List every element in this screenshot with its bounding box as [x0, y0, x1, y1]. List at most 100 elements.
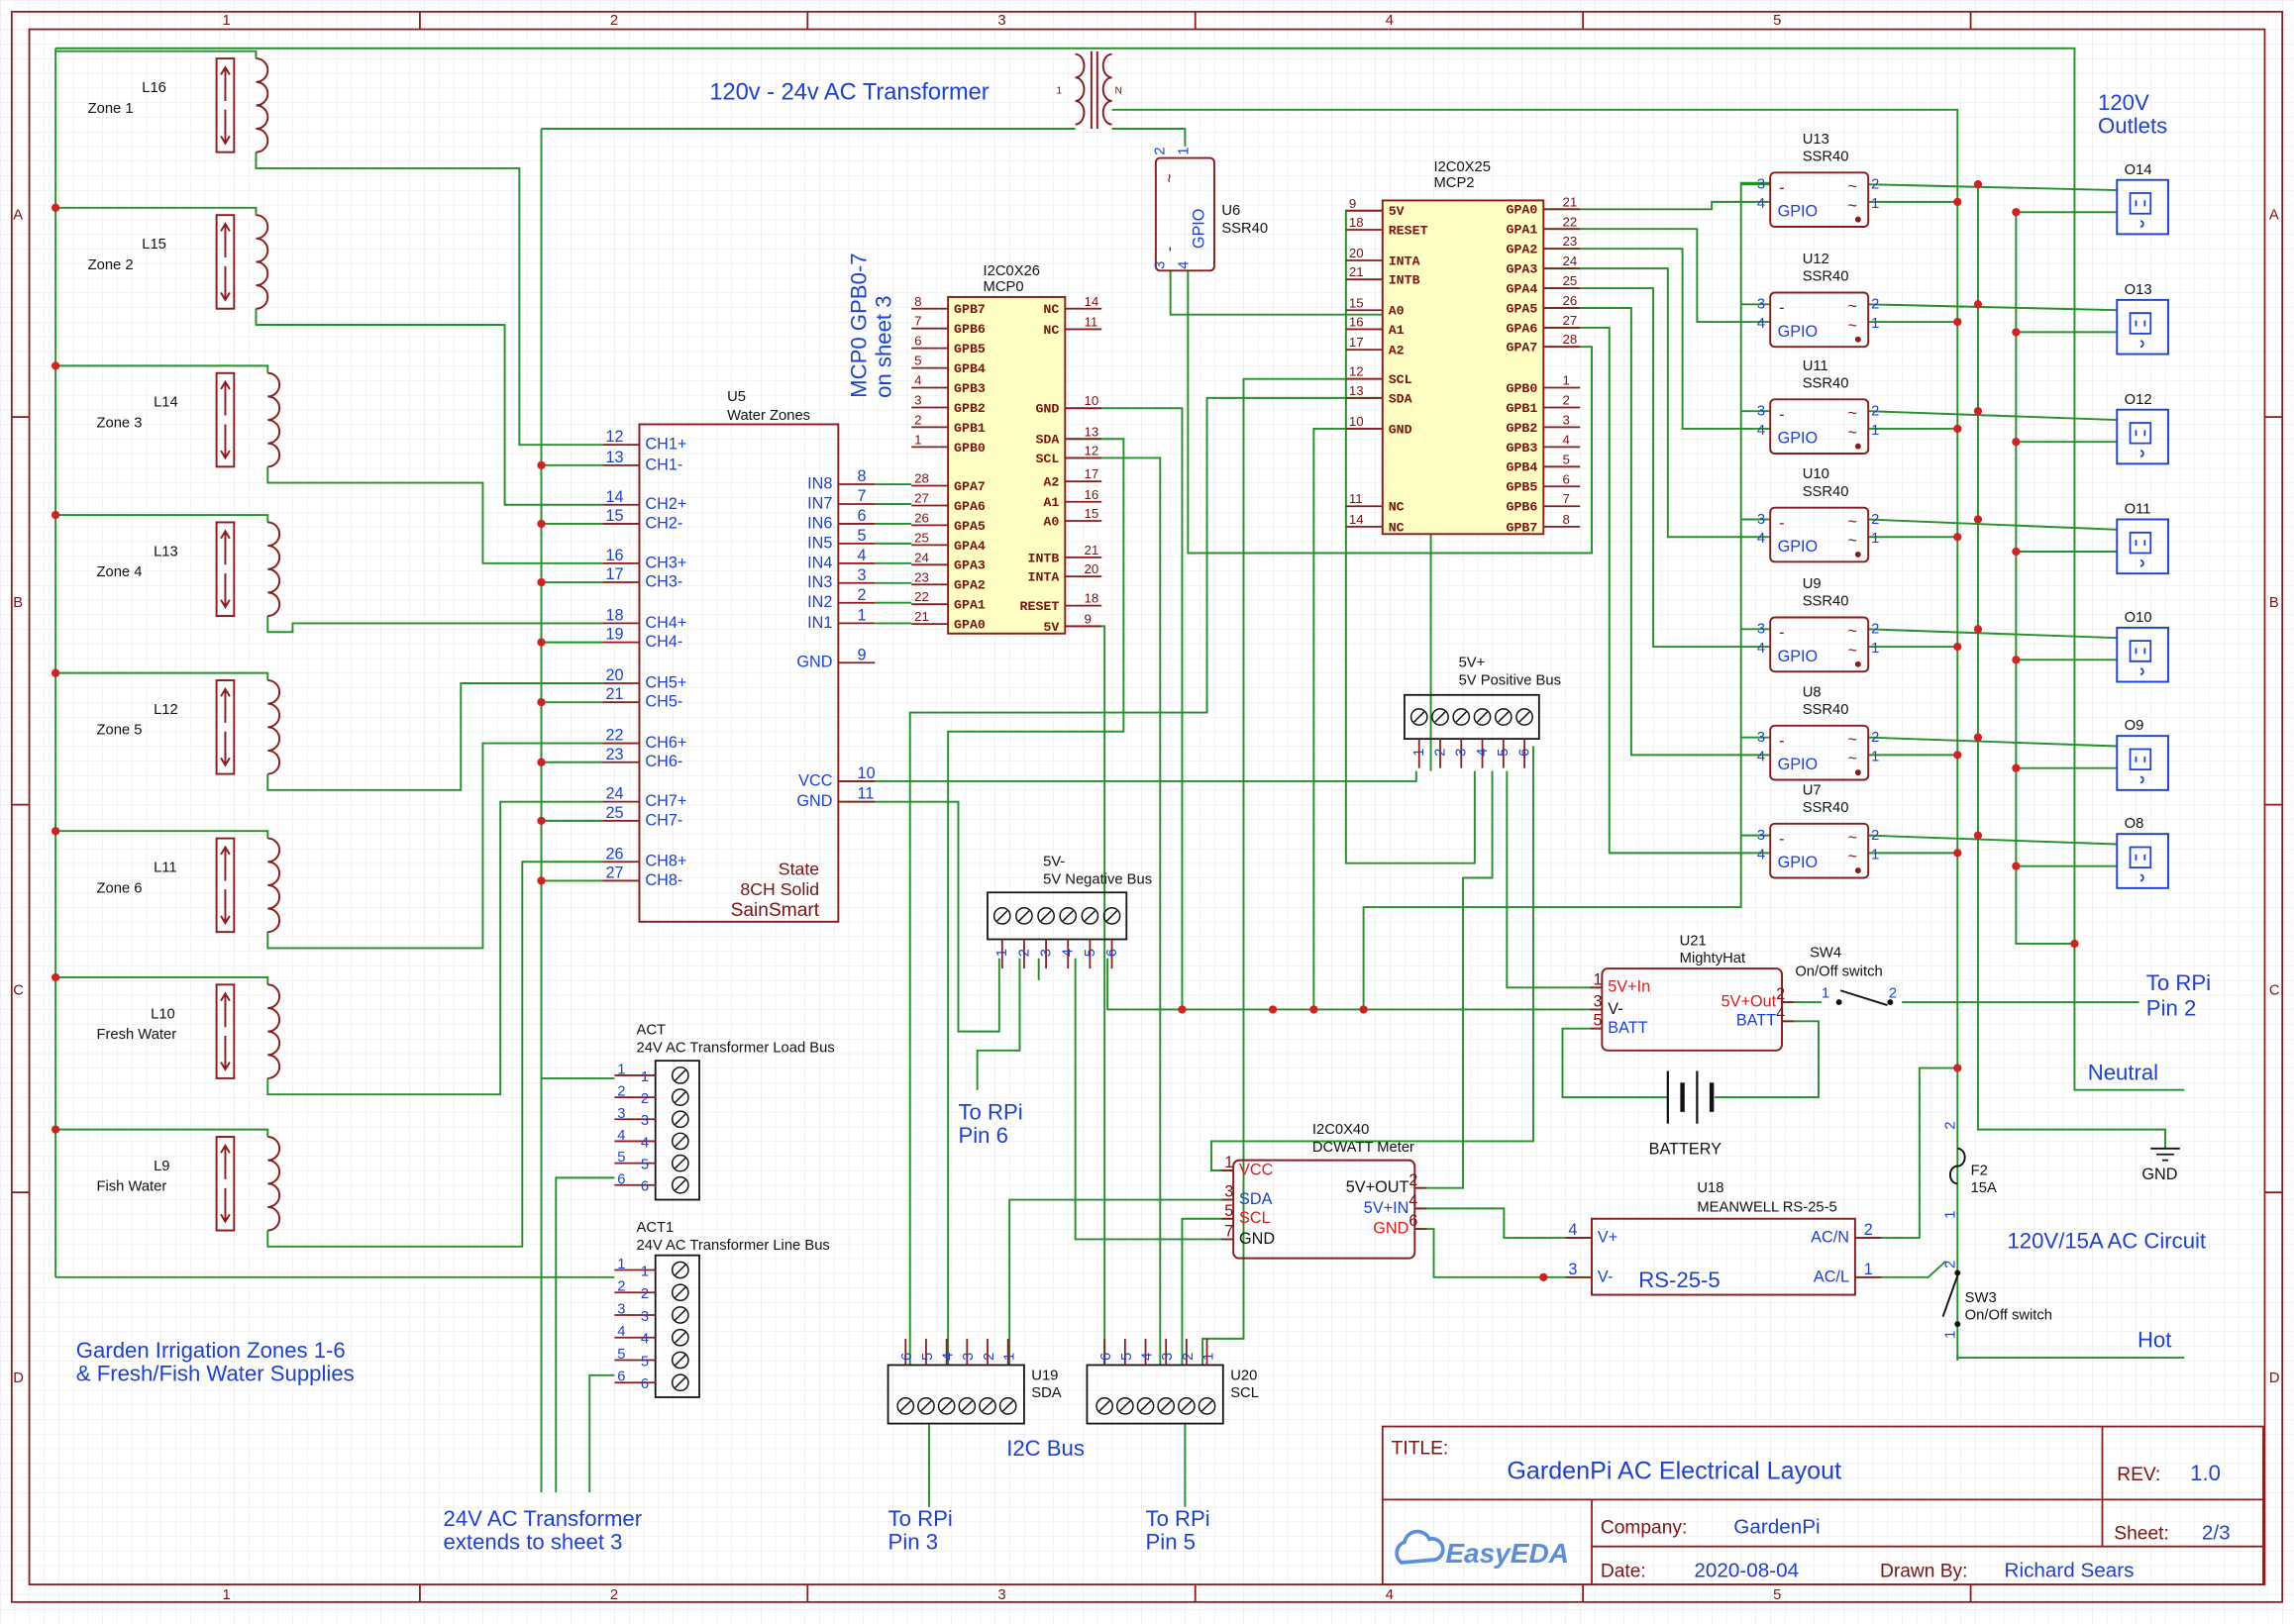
pin-name: IN7 — [807, 494, 832, 512]
junction-dot — [1973, 625, 1983, 634]
pin-name: IN2 — [807, 593, 832, 611]
pin-number: 26 — [914, 510, 929, 525]
bus-name: 24V AC Transformer Load Bus — [637, 1040, 835, 1056]
pin-number: 26 — [605, 845, 623, 863]
junction-dot — [1953, 642, 1962, 652]
date-value: 2020-08-04 — [1694, 1560, 1799, 1582]
pin-number: 6 — [914, 334, 921, 349]
junction-dot — [1973, 831, 1983, 840]
pin-name: GPB6 — [954, 322, 986, 337]
pin-number: 3 — [1757, 404, 1765, 420]
pin-number: 20 — [605, 666, 623, 684]
pin-name: GPA6 — [954, 499, 986, 514]
pin-number: 1 — [617, 1257, 625, 1272]
pin-number: 21 — [605, 685, 623, 703]
sw3-ref: SW3 — [1965, 1290, 1997, 1306]
drawn-by-value: Richard Sears — [2005, 1560, 2135, 1582]
pin-number: 4 — [1757, 531, 1765, 547]
pin-number: 1 — [1871, 847, 1879, 863]
pin-number: 10 — [1349, 414, 1364, 429]
ssr-tilde: ~ — [1848, 178, 1857, 196]
pin-number: 3 — [617, 1106, 625, 1122]
junction-dot — [1953, 849, 1962, 858]
pin-number: 2 — [982, 1353, 997, 1361]
column-label: 5 — [1773, 1587, 1781, 1603]
pin-number: 3 — [1568, 1261, 1577, 1278]
pin-number: 2 — [1942, 1121, 1958, 1129]
junction-dot — [537, 698, 546, 707]
pin-name: 5V+OUT — [1346, 1178, 1409, 1196]
ssr-part: SSR40 — [1803, 150, 1849, 165]
pin-name: V- — [1598, 1268, 1613, 1285]
pin-number: 3 — [1757, 828, 1765, 844]
ssr-tilde: ~ — [1848, 197, 1857, 215]
pin-name: GPB1 — [1506, 401, 1537, 416]
pin-name: GND — [1035, 402, 1059, 417]
mcp2-part: I2C0X25 — [1434, 159, 1491, 175]
bus-ref: ACT1 — [637, 1220, 675, 1236]
pin-name: GPA5 — [954, 519, 986, 534]
column-label: 2 — [610, 13, 618, 29]
pin-name: 5V+In — [1608, 978, 1650, 996]
pin-number: 5 — [1496, 749, 1512, 757]
pin-number: 3 — [1757, 512, 1765, 528]
pin-number: 23 — [605, 746, 623, 763]
pin-number: 2 — [617, 1084, 625, 1100]
pin-number: 12 — [1084, 443, 1098, 457]
pin-name: GPA3 — [1506, 262, 1537, 277]
pin-name: 5V — [1043, 620, 1059, 635]
pin-number: 4 — [1408, 1191, 1417, 1209]
pin-number: 1 — [1871, 196, 1879, 212]
pin-name: IN4 — [807, 554, 832, 571]
dcwatt-name: DCWATT Meter — [1312, 1140, 1414, 1156]
pin-number: 1 — [1942, 1211, 1958, 1219]
ssr-part: SSR40 — [1803, 269, 1849, 285]
pin-name: AC/N — [1811, 1228, 1849, 1246]
pin-name: V+ — [1598, 1228, 1617, 1246]
bus-ref: U19 — [1031, 1368, 1058, 1383]
junction-dot — [537, 460, 546, 469]
ssr-minus: - — [1779, 624, 1784, 642]
transformer-pin: 1 — [1056, 86, 1062, 97]
annotation-ext-1: 24V AC Transformer — [444, 1506, 643, 1531]
pin-number: 27 — [605, 863, 623, 881]
ssr-tilde: ~ — [1848, 405, 1857, 423]
u21-name: MightyHat — [1680, 951, 1745, 966]
schematic-canvas: 1122334455A AB BC CD DTITLE:GardenPi AC Elec… — [0, 0, 2294, 1624]
pin-number: 2 — [1942, 1261, 1958, 1269]
pin-number: 1 — [641, 1069, 649, 1085]
pin-number: 25 — [1562, 273, 1577, 288]
pin-number: 8 — [914, 294, 921, 309]
outlet-ref: O12 — [2125, 392, 2152, 408]
pin-number: 10 — [1084, 393, 1098, 408]
pin-name: CH7- — [645, 811, 682, 829]
pin-number: 19 — [605, 626, 623, 644]
ssr-minus: - — [1779, 179, 1784, 197]
rev-value: 1.0 — [2190, 1461, 2221, 1485]
ssr-part: SSR40 — [1803, 702, 1849, 718]
pin-number: 4 — [914, 373, 921, 388]
pin-name: GPA2 — [1506, 243, 1537, 257]
column-label: 4 — [1386, 1587, 1394, 1603]
pin-name: VCC — [1239, 1161, 1274, 1178]
coil-ref: L16 — [142, 80, 166, 96]
pin-number: 11 — [1084, 314, 1097, 329]
pin-name: NC — [1043, 302, 1059, 317]
junction-dot — [51, 361, 60, 370]
pin-name: GPA7 — [954, 479, 986, 494]
pin-name: GPA0 — [954, 618, 986, 633]
pin-number: 28 — [1562, 332, 1577, 347]
pin-number: 4 — [1757, 423, 1765, 439]
pin-name: CH8- — [645, 871, 682, 889]
ssr-gpio-label: GPIO — [1778, 648, 1819, 665]
pin-name: GND — [1389, 422, 1412, 437]
pin-number: 6 — [1562, 471, 1569, 486]
pin-number: 3 — [858, 566, 867, 584]
ssr-minus: - — [1779, 831, 1784, 849]
annotation-i2c-bus: I2C Bus — [1006, 1436, 1085, 1461]
pin-number: 4 — [1139, 1353, 1155, 1361]
pin-name: RESET — [1389, 223, 1428, 238]
pin-number: 1 — [1871, 641, 1879, 657]
pin-number: 2 — [1871, 297, 1879, 313]
pin-number: 24 — [914, 550, 929, 564]
